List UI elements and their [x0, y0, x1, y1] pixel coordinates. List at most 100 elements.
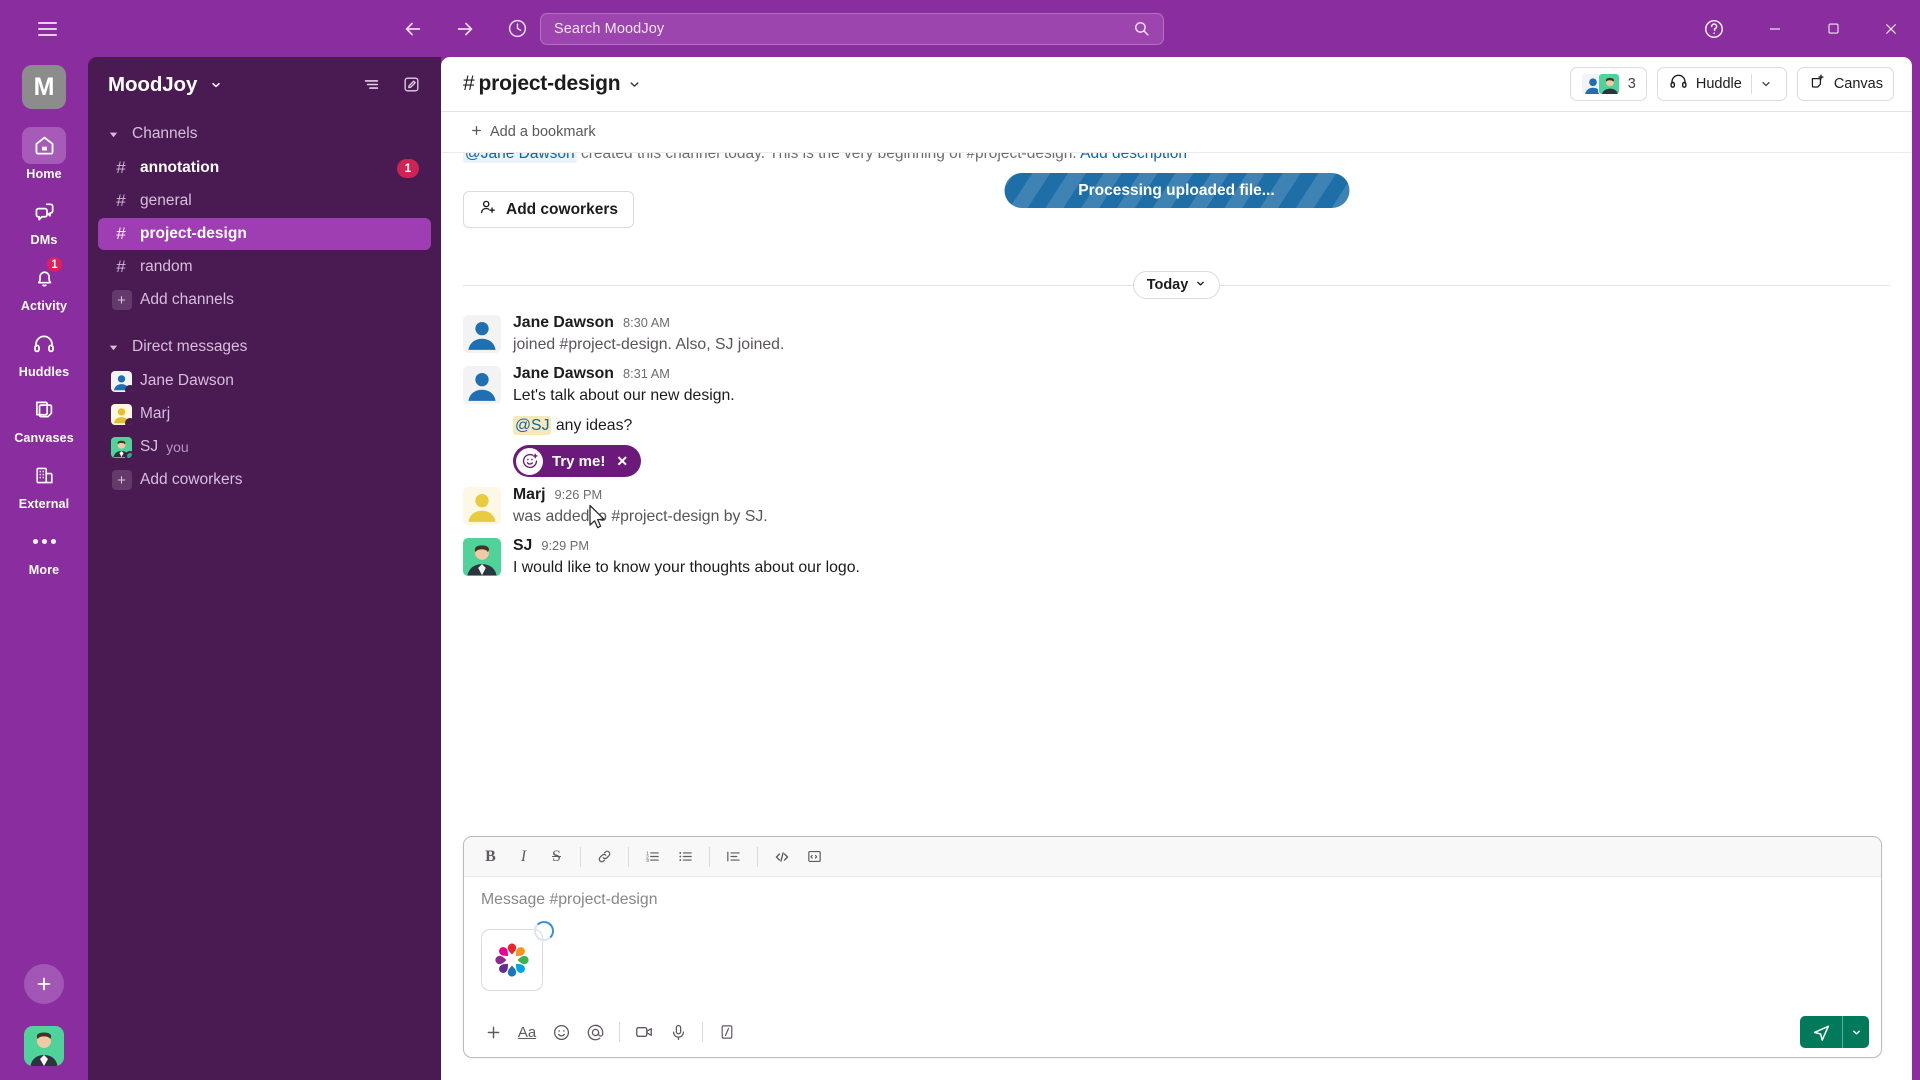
triangle-down-icon — [102, 129, 124, 140]
video-icon[interactable] — [627, 1016, 661, 1048]
maximize-icon[interactable] — [1804, 0, 1862, 57]
intro-channel: #project-design. — [966, 153, 1077, 162]
sidebar-item-add-coworkers[interactable]: + Add coworkers — [98, 464, 431, 496]
message-author[interactable]: SJ — [513, 537, 532, 555]
section-header-channels[interactable]: Channels — [88, 118, 441, 150]
sidebar-item-random[interactable]: # random — [98, 251, 431, 283]
rail-label: More — [28, 563, 60, 577]
avatar[interactable] — [463, 487, 501, 526]
message-author[interactable]: Jane Dawson — [513, 314, 614, 332]
message-author[interactable]: Jane Dawson — [513, 365, 614, 383]
minimize-icon[interactable] — [1746, 0, 1804, 57]
chevron-down-icon — [210, 79, 222, 91]
section-header-direct-messages[interactable]: Direct messages — [88, 331, 441, 363]
rail-item-canvases[interactable]: Canvases — [8, 391, 80, 445]
close-icon[interactable]: ✕ — [616, 453, 628, 470]
intro-mention[interactable]: @Jane Dawson — [463, 153, 577, 163]
canvas-button[interactable]: Canvas — [1796, 67, 1894, 101]
send-button[interactable] — [1800, 1016, 1842, 1048]
members-button[interactable]: 3 — [1569, 67, 1647, 101]
rail-item-home[interactable]: Home — [8, 127, 80, 181]
add-person-icon — [479, 198, 497, 221]
ordered-list-icon[interactable]: 123 — [636, 842, 669, 872]
close-icon[interactable] — [1862, 0, 1920, 57]
emoji-icon[interactable] — [544, 1016, 578, 1048]
message-input[interactable]: Message #project-design — [464, 877, 1881, 921]
divider — [619, 1022, 620, 1042]
workspace-icon[interactable]: M — [22, 65, 66, 109]
day-chip[interactable]: Today — [1132, 271, 1221, 299]
channel-name: random — [140, 258, 193, 275]
sidebar-item-add-channels[interactable]: + Add channels — [98, 284, 431, 316]
search-input[interactable]: Search MoodJoy — [540, 12, 1164, 45]
rail-item-activity[interactable]: 1 Activity — [8, 255, 80, 313]
formatting-toolbar: B I S 123 — [464, 837, 1881, 877]
filter-icon[interactable] — [355, 69, 387, 101]
ellipsis-icon — [22, 523, 66, 560]
message-text-secondary: @SJ any ideas? — [513, 414, 1890, 437]
code-icon[interactable] — [765, 842, 798, 872]
slash-shortcuts-icon[interactable] — [710, 1016, 744, 1048]
code-block-icon[interactable] — [798, 842, 831, 872]
mention-sj[interactable]: @SJ — [513, 416, 552, 436]
message-body: Jane Dawson 8:30 AM joined #project-desi… — [513, 314, 1890, 356]
message-timestamp[interactable]: 8:30 AM — [623, 315, 670, 330]
rail-item-dms[interactable]: DMs — [8, 193, 80, 247]
add-bookmark-button[interactable]: Add a bookmark — [463, 120, 603, 145]
at-icon[interactable] — [578, 1016, 612, 1048]
link-icon[interactable] — [588, 842, 621, 872]
huddle-button[interactable]: Huddle — [1656, 67, 1787, 101]
rail-item-huddles[interactable]: Huddles — [8, 325, 80, 379]
avatar[interactable] — [463, 538, 501, 577]
plus-icon[interactable] — [476, 1016, 510, 1048]
sidebar-item-dm-marj[interactable]: Marj — [98, 398, 431, 430]
workspace-name-label: MoodJoy — [108, 72, 198, 96]
blockquote-icon[interactable] — [717, 842, 750, 872]
avatar[interactable] — [463, 315, 501, 353]
clock-icon[interactable] — [502, 14, 532, 44]
search-icon — [1133, 20, 1150, 37]
bold-button[interactable]: B — [474, 842, 507, 872]
message-body: Jane Dawson 8:31 AM Let's talk about our… — [513, 365, 1890, 478]
menu-icon[interactable] — [25, 9, 69, 49]
message-timestamp[interactable]: 9:26 PM — [554, 487, 602, 502]
message-author[interactable]: Marj — [513, 486, 545, 504]
microphone-icon[interactable] — [661, 1016, 695, 1048]
message-timestamp[interactable]: 9:29 PM — [541, 538, 589, 553]
intro-add-description-link[interactable]: Add description — [1077, 153, 1187, 162]
workspace-name[interactable]: MoodJoy — [108, 73, 222, 97]
presence-indicator — [125, 417, 132, 425]
plus-icon: + — [110, 290, 132, 310]
channel-title[interactable]: # project-design — [463, 72, 641, 96]
bookmark-bar: Add a bookmark — [441, 112, 1912, 153]
sidebar-item-dm-jane-dawson[interactable]: Jane Dawson — [98, 365, 431, 397]
back-arrow-icon[interactable] — [398, 14, 428, 44]
create-new-button[interactable] — [24, 964, 64, 1004]
hash-icon: # — [116, 158, 126, 177]
italic-button[interactable]: I — [507, 842, 540, 872]
chevron-down-icon[interactable] — [1756, 78, 1776, 90]
upload-spinner-icon — [534, 921, 554, 941]
avatar[interactable] — [463, 366, 501, 405]
formatting-icon[interactable]: Aa — [510, 1016, 544, 1048]
send-options-chevron-icon[interactable] — [1843, 1016, 1869, 1048]
sidebar-item-annotation[interactable]: # annotation 1 — [98, 152, 431, 184]
sidebar-item-dm-sj[interactable]: SJ you — [98, 431, 431, 463]
sidebar-item-general[interactable]: # general — [98, 185, 431, 217]
avatar[interactable] — [24, 1026, 64, 1066]
try-me-tooltip[interactable]: Try me! ✕ — [513, 445, 642, 478]
message-timestamp[interactable]: 8:31 AM — [623, 366, 670, 381]
rail-item-external[interactable]: External — [8, 457, 80, 511]
bulleted-list-icon[interactable] — [669, 842, 702, 872]
add-coworkers-button[interactable]: Add coworkers — [463, 191, 634, 228]
help-icon[interactable] — [1682, 0, 1746, 57]
uploading-logo-thumbnail[interactable] — [481, 921, 554, 991]
forward-arrow-icon[interactable] — [450, 14, 480, 44]
try-me-label: Try me! — [552, 452, 606, 470]
message-text: was added to #project-design by SJ. — [513, 508, 768, 526]
strikethrough-button[interactable]: S — [540, 842, 573, 872]
compose-icon[interactable] — [395, 69, 427, 101]
sidebar-item-project-design[interactable]: # project-design — [98, 218, 431, 250]
rail-item-more[interactable]: More — [8, 523, 80, 577]
channel-header: # project-design 3 Huddle Canvas — [441, 57, 1912, 112]
